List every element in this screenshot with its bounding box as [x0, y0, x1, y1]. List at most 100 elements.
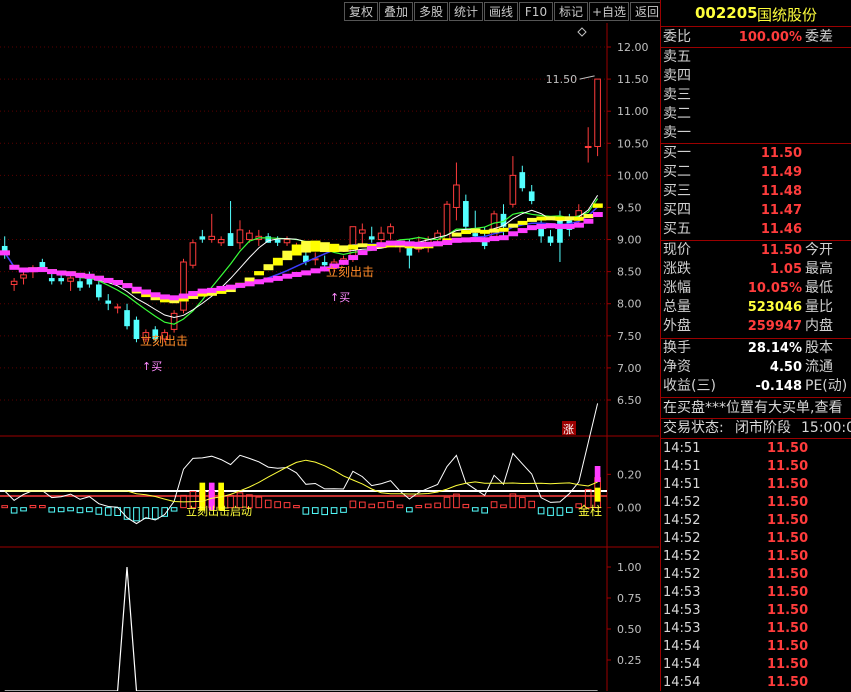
band-yellow: [272, 257, 283, 266]
quote-row-2-value: 10.05%: [747, 281, 802, 296]
tick-time: 14:54: [663, 675, 701, 690]
candle-body-down: [124, 310, 130, 327]
candle-body-up: [67, 277, 74, 282]
buy-level-2: 买二 11.49: [661, 163, 851, 182]
band-magenta: [470, 237, 481, 243]
quote-row-4-label: 外盘: [663, 318, 691, 334]
toolbar-button-7[interactable]: +自选: [589, 2, 629, 21]
quote-row-3: 总量 523046 量比: [661, 298, 851, 317]
toolbar-button-4[interactable]: 画线: [484, 2, 518, 21]
band-magenta: [404, 241, 415, 247]
band-yellow: [479, 229, 490, 234]
signal-label: ↑买: [142, 360, 162, 373]
band-magenta: [517, 228, 528, 234]
tick-time: 14:52: [663, 549, 701, 564]
sub-bar-up: [462, 503, 470, 509]
notice-row[interactable]: 在买盘***位置有大买单,查看: [661, 399, 851, 418]
candle-body-down: [274, 239, 281, 243]
sub-bar-up: [358, 501, 366, 509]
buy-level-1-value: 11.50: [760, 146, 802, 161]
big-order-notice[interactable]: 在买盘***位置有大买单,查看: [663, 399, 842, 418]
band-magenta: [574, 222, 584, 228]
quote-row-0-label: 现价: [663, 242, 691, 258]
toolbar-button-6[interactable]: 标记: [554, 2, 588, 21]
sell-level-3: 卖三: [661, 86, 851, 105]
band-magenta: [583, 218, 594, 224]
sub-bar-down: [86, 507, 93, 513]
quote-row-4-label2: 内盘: [805, 318, 833, 334]
sell-level-3-label: 卖三: [663, 87, 691, 103]
tick-price: 11.50: [767, 531, 809, 546]
band-magenta: [131, 286, 142, 292]
tick-row: 14:54 11.50: [661, 656, 851, 674]
band-magenta: [122, 283, 133, 289]
candle-body-up: [189, 242, 197, 266]
quote-row-3-value: 523046: [747, 300, 802, 315]
sub-bar-up: [490, 501, 498, 509]
sub-bar-down: [104, 507, 112, 516]
tick-price: 11.50: [767, 495, 809, 510]
band-magenta: [225, 284, 236, 290]
buy-level-3-label: 买三: [663, 183, 691, 199]
price-tick-label: 10.00: [617, 169, 649, 182]
sub-bar-down: [471, 507, 479, 512]
band-magenta: [479, 237, 490, 243]
sub-signal-bar: [594, 466, 601, 482]
band-yellow: [254, 271, 265, 276]
kline-chart[interactable]: 12.00 11.50 11.00 10.50 10.00 9.50 9.00 8.50 8.0…: [0, 23, 659, 691]
sub-bar-up: [274, 501, 281, 509]
band-yellow: [498, 227, 509, 232]
toolbar-button-8[interactable]: 返回: [630, 2, 664, 21]
candle-body-down: [547, 236, 554, 243]
band-magenta: [301, 270, 312, 276]
chart-area[interactable]: 12.00 11.50 11.00 10.50 10.00 9.50 9.00 8.50 8.0…: [0, 23, 659, 691]
tick-time: 14:53: [663, 603, 701, 618]
sub-bar-up: [434, 502, 441, 509]
band-yellow: [536, 216, 547, 221]
commission-ratio-label: 委比: [663, 29, 691, 45]
tick-time: 14:51: [663, 441, 701, 456]
bottom-tick-label: 0.75: [617, 592, 642, 605]
toolbar-button-2[interactable]: 多股: [414, 2, 448, 21]
band-magenta: [178, 293, 189, 299]
candle-body-up: [358, 229, 366, 234]
tick-row: 14:51 11.50: [661, 476, 851, 494]
band-magenta: [47, 269, 57, 275]
tick-row: 14:53 11.50: [661, 584, 851, 602]
sub-bar-up: [368, 503, 376, 509]
tick-price: 11.50: [767, 567, 809, 582]
band-yellow: [555, 216, 566, 221]
band-magenta: [197, 288, 208, 294]
toolbar-button-5[interactable]: F10: [519, 2, 553, 21]
stock-code: 002205: [695, 4, 758, 22]
toolbar-button-3[interactable]: 统计: [449, 2, 483, 21]
sub-bar-down: [57, 507, 65, 513]
candle-body-down: [472, 233, 479, 237]
band-magenta: [263, 277, 274, 283]
tick-price: 11.50: [767, 675, 809, 690]
sub-signal-bar: [594, 487, 601, 502]
band-yellow: [329, 243, 340, 253]
trade-status-time: 15:00:00: [801, 420, 851, 436]
band-magenta: [65, 271, 76, 277]
band-yellow: [592, 203, 603, 208]
toolbar-button-0[interactable]: 复权: [344, 2, 378, 21]
sub-bar-down: [20, 507, 27, 512]
quote2-row-2-label2: PE(动): [805, 378, 848, 394]
tick-time: 14:52: [663, 513, 701, 528]
sell-level-4-label: 卖四: [663, 68, 691, 84]
band-yellow: [489, 228, 500, 233]
sell-level-2-label: 卖二: [663, 106, 691, 122]
band-magenta: [94, 275, 105, 281]
band-magenta: [508, 231, 519, 237]
band-yellow: [470, 228, 481, 233]
sub-bar-down: [133, 507, 140, 522]
band-magenta: [489, 236, 500, 242]
candle-body-up: [584, 145, 592, 148]
quote-row-0: 现价 11.50 今开: [661, 241, 851, 260]
band-magenta: [9, 264, 20, 270]
sub-bar-down: [556, 507, 564, 516]
band-yellow: [244, 277, 255, 282]
toolbar-button-1[interactable]: 叠加: [379, 2, 413, 21]
band-magenta: [527, 225, 537, 231]
